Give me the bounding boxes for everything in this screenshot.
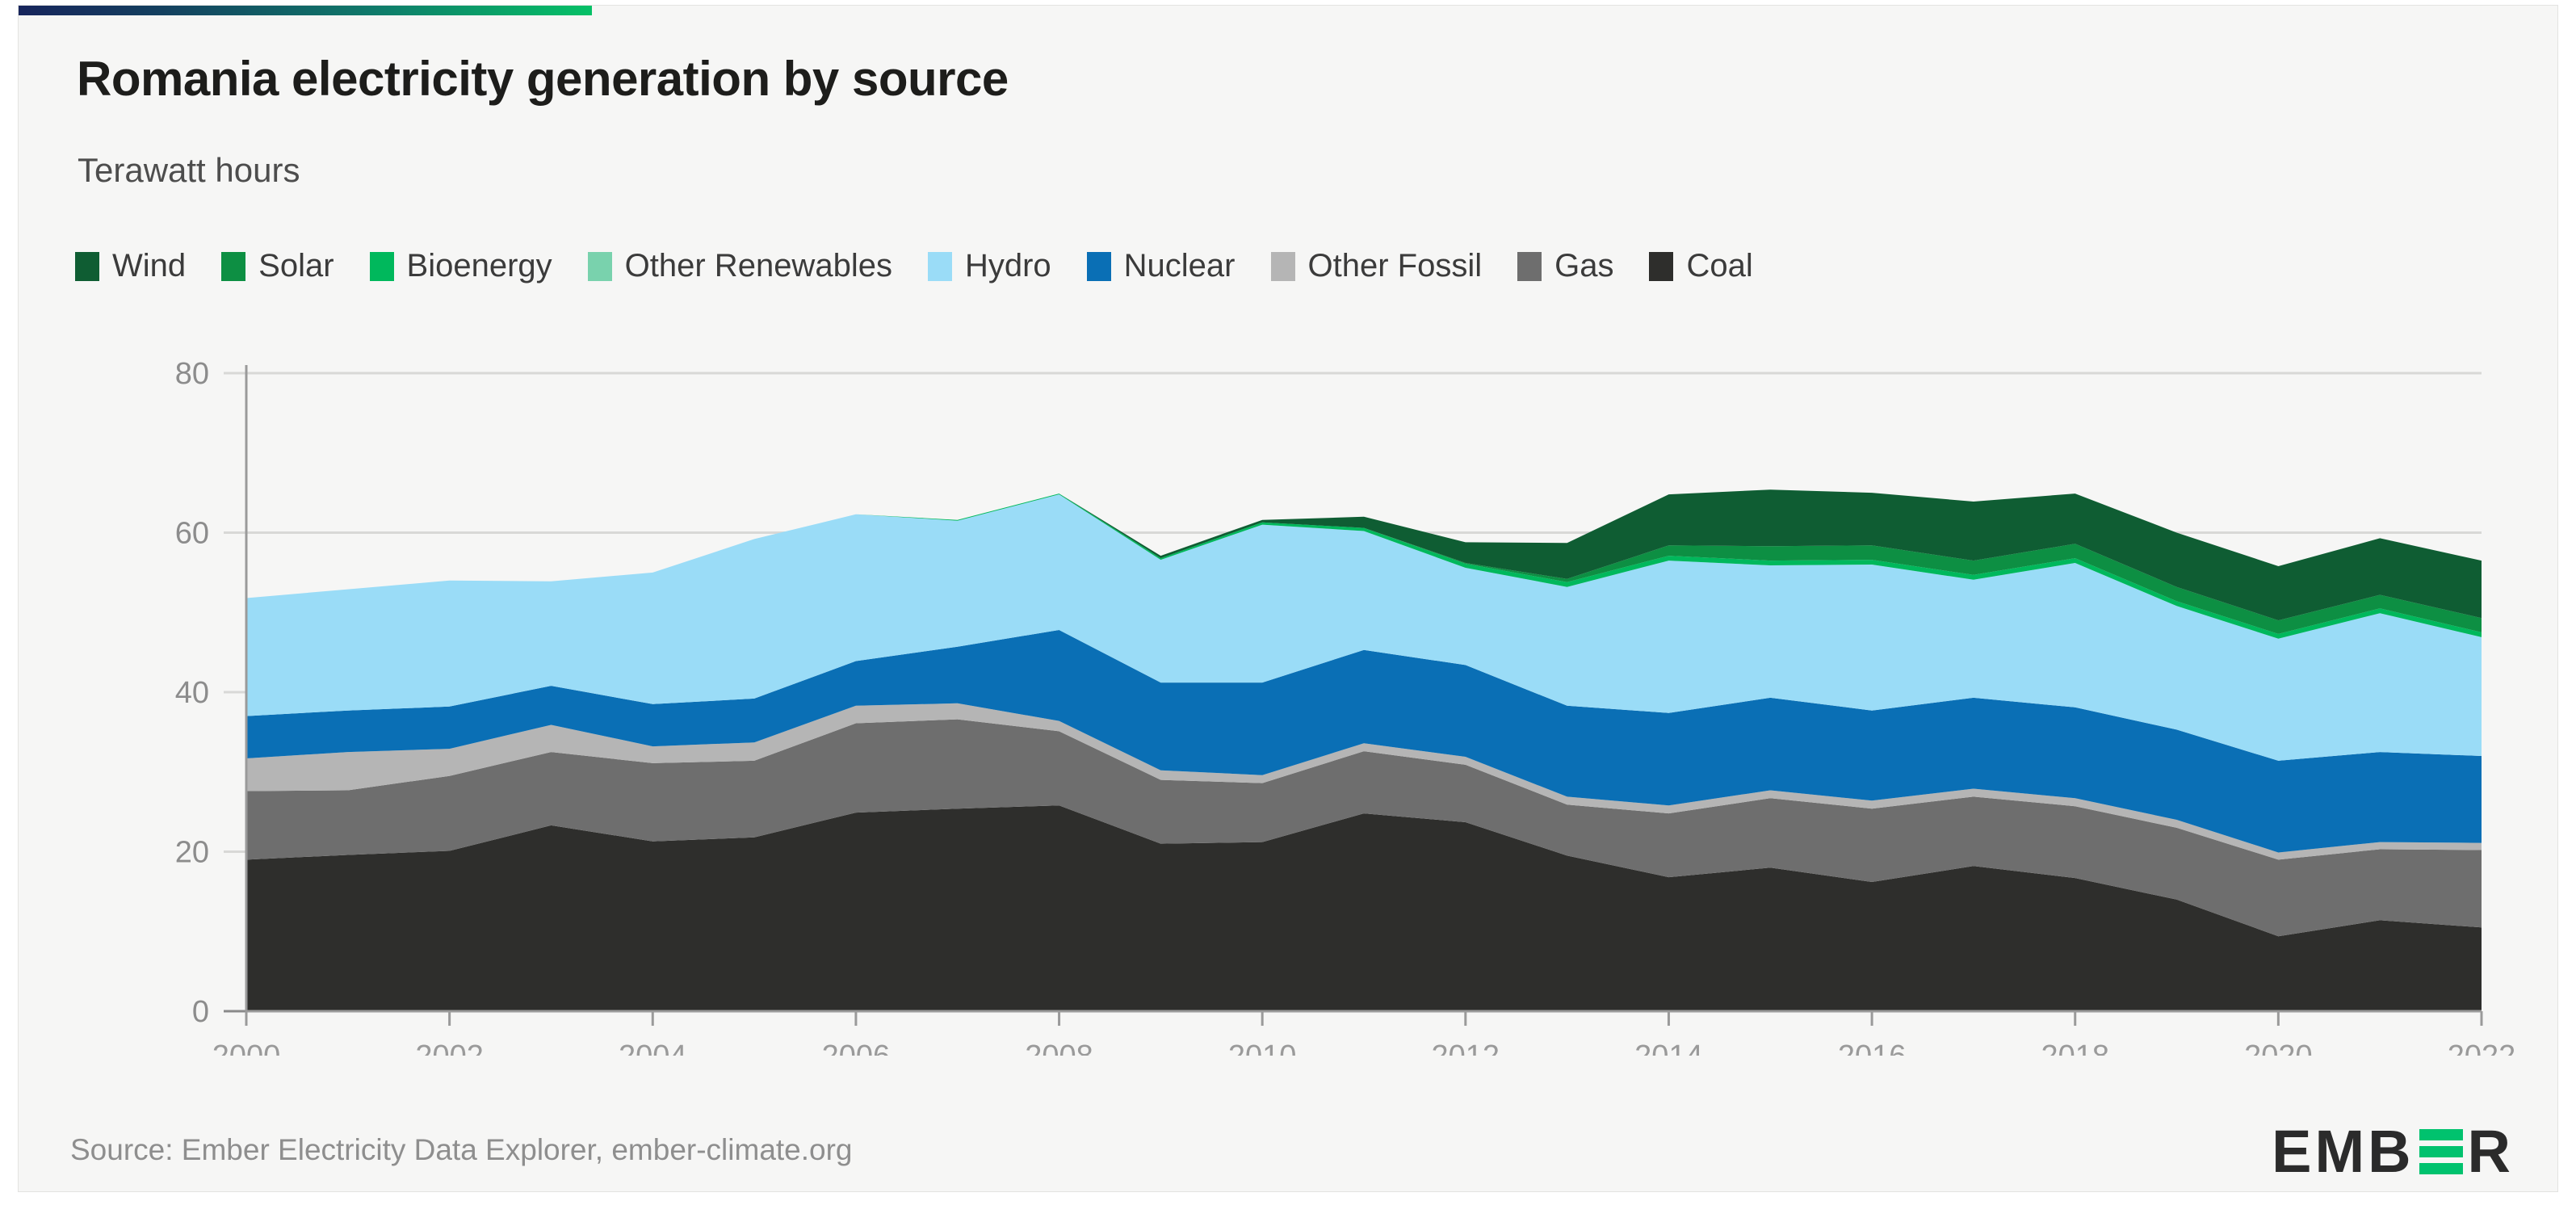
legend-label-nuclear: Nuclear [1123, 248, 1236, 283]
x-tick-label: 2012 [1432, 1039, 1500, 1056]
x-tick-label: 2004 [619, 1039, 687, 1056]
chart-subtitle: Terawatt hours [78, 151, 300, 189]
x-tick-label: 2008 [1025, 1039, 1093, 1056]
stacked-area-chart: 020406080 200020022004200620082010201220… [175, 357, 2516, 1056]
area-series-group [246, 489, 2482, 1011]
legend-swatch-nuclear [1086, 251, 1111, 281]
legend-item-hydro[interactable]: Hydro [927, 248, 1051, 284]
source-caption: Source: Ember Electricity Data Explorer,… [70, 1133, 853, 1166]
chart-legend: Wind Solar Bioenergy Other Renewables Hy… [75, 248, 1789, 284]
accent-bar [19, 6, 592, 15]
legend-item-bioenergy[interactable]: Bioenergy [369, 248, 552, 284]
legend-swatch-wind [75, 251, 99, 281]
x-tick-label: 2016 [1838, 1039, 1907, 1056]
legend-label-wind: Wind [112, 248, 187, 283]
y-tick-label: 20 [175, 836, 209, 870]
legend-label-bioenergy: Bioenergy [406, 248, 552, 283]
legend-item-other-renewables[interactable]: Other Renewables [587, 248, 892, 284]
legend-swatch-hydro [927, 251, 952, 281]
legend-item-other-fossil[interactable]: Other Fossil [1270, 248, 1483, 284]
x-tick-label: 2018 [2041, 1039, 2109, 1056]
legend-swatch-other-renewables [587, 251, 612, 281]
x-tick-label: 2022 [2448, 1039, 2516, 1056]
legend-swatch-gas [1517, 251, 1542, 281]
chart-card: Romania electricity generation by source… [18, 5, 2558, 1192]
ember-logo-text-left: EMB [2272, 1118, 2414, 1185]
y-tick-label: 40 [175, 676, 209, 710]
legend-label-hydro: Hydro [964, 248, 1051, 283]
x-tick-label: 2010 [1228, 1039, 1297, 1056]
ember-logo-e-icon [2419, 1129, 2463, 1174]
y-axis-ticks: 0 20 40 60 80 [175, 357, 209, 1029]
legend-item-solar[interactable]: Solar [221, 248, 334, 284]
legend-label-solar: Solar [258, 248, 334, 283]
legend-label-coal: Coal [1686, 248, 1753, 283]
x-tick-label: 2006 [822, 1039, 891, 1056]
legend-item-wind[interactable]: Wind [75, 248, 186, 284]
x-tick-label: 2014 [1634, 1039, 1703, 1056]
y-tick-label: 80 [175, 357, 209, 391]
y-tick-label: 60 [175, 517, 209, 551]
legend-swatch-bioenergy [369, 251, 394, 281]
legend-swatch-coal [1649, 251, 1674, 281]
legend-label-other-renewables: Other Renewables [624, 248, 892, 283]
x-axis: 2000 2002 2004 2006 2008 2010 2012 2014 2016 2018… [212, 1010, 2516, 1056]
legend-item-nuclear[interactable]: Nuclear [1086, 248, 1236, 284]
x-tick-label: 2020 [2244, 1039, 2313, 1056]
ember-logo-text-right: R [2467, 1118, 2514, 1185]
legend-swatch-solar [221, 251, 246, 281]
x-tick-label: 2000 [212, 1039, 281, 1056]
legend-swatch-other-fossil [1270, 251, 1295, 281]
legend-label-gas: Gas [1554, 248, 1614, 283]
legend-item-coal[interactable]: Coal [1649, 248, 1753, 284]
ember-logo: EMB R [2272, 1120, 2514, 1183]
legend-item-gas[interactable]: Gas [1517, 248, 1613, 284]
y-tick-label: 0 [192, 995, 209, 1029]
x-tick-label: 2002 [415, 1039, 484, 1056]
legend-label-other-fossil: Other Fossil [1307, 248, 1483, 283]
page-title: Romania electricity generation by source [77, 52, 1009, 106]
